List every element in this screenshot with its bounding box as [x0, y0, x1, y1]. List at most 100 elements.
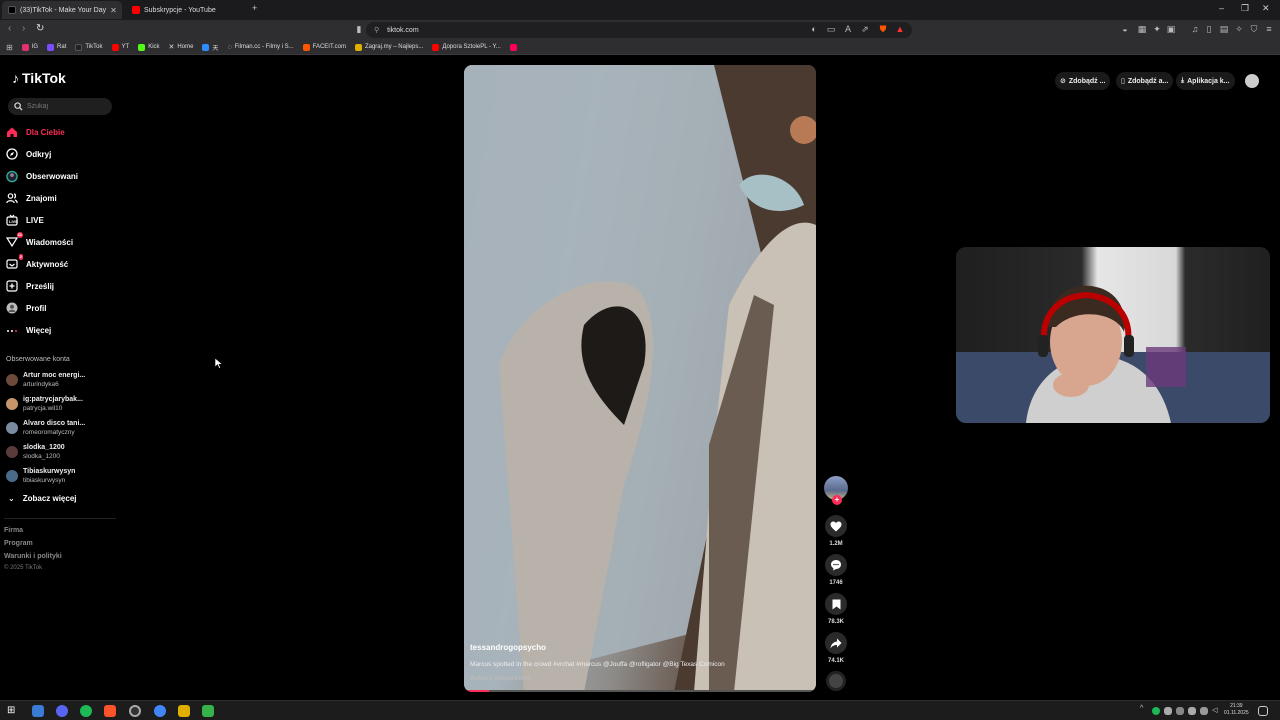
forward-icon[interactable]: › — [22, 23, 25, 34]
close-tab-icon[interactable]: ✕ — [110, 6, 117, 15]
bookmark-ig[interactable]: IG — [21, 43, 38, 51]
nav-activity[interactable]: 2 Aktywność — [6, 254, 68, 273]
discord-icon[interactable] — [56, 705, 68, 717]
site-info-icon[interactable]: ⚲ — [374, 26, 379, 34]
close-window-button[interactable]: ✕ — [1262, 3, 1270, 14]
nav-following[interactable]: Obserwowani — [6, 167, 78, 185]
share-icon[interactable]: ⇗ — [860, 24, 870, 34]
video-progress-bar[interactable] — [464, 690, 816, 692]
extension-icon[interactable]: ▣ — [1166, 24, 1176, 34]
new-tab-button[interactable]: + — [252, 3, 257, 13]
restore-button[interactable]: ❐ — [1241, 3, 1249, 14]
bookmark-label: 天 — [212, 45, 219, 52]
tray-icon[interactable] — [1188, 707, 1196, 715]
bookmark-yt[interactable]: YT — [111, 43, 129, 51]
back-icon[interactable]: ‹ — [8, 23, 11, 34]
nav-more[interactable]: Więcej — [6, 321, 51, 339]
bookmark-tiktok[interactable]: TikTok — [75, 43, 103, 51]
bookmark-faceit[interactable]: FACEIT.com — [302, 43, 346, 51]
followed-account[interactable]: Artur moc energi... arturindyka6 — [6, 370, 85, 390]
nav-live[interactable]: LIVE LIVE — [6, 211, 44, 229]
footer-link-terms[interactable]: Warunki i polityki — [4, 553, 62, 560]
tab-youtube[interactable]: Subskrypcje - YouTube — [126, 1, 246, 19]
nav-friends[interactable]: Znajomi — [6, 189, 57, 207]
leo-icon[interactable]: ✧ — [1234, 24, 1244, 34]
volume-icon[interactable]: ◁ — [1212, 707, 1220, 715]
bookmark-icon — [832, 599, 840, 609]
minimize-button[interactable]: – — [1219, 3, 1224, 13]
get-app-button[interactable]: ▯ Zdobądź a... — [1116, 72, 1174, 90]
search-box[interactable] — [8, 98, 112, 115]
bookmark-sky[interactable]: 天 — [202, 43, 218, 52]
bookmark-rat[interactable]: Rat — [47, 43, 66, 51]
get-coins-button[interactable]: ⊘ Zdobądź ... — [1055, 72, 1111, 90]
nav-profile[interactable]: Profil — [6, 299, 46, 317]
app-icon[interactable] — [202, 705, 214, 717]
user-avatar[interactable] — [1245, 74, 1259, 88]
tiktok-icon — [75, 43, 83, 51]
nav-for-you[interactable]: Dla Ciebie — [6, 123, 65, 141]
wallet-icon[interactable]: ▤ — [1219, 24, 1229, 34]
bookmark-kick[interactable]: Kick — [138, 43, 160, 51]
chrome-icon[interactable] — [154, 705, 166, 717]
windows-start-icon[interactable]: ⊞ — [7, 705, 19, 717]
app-icon[interactable] — [178, 705, 190, 717]
extension-icon[interactable]: ◒ — [1120, 24, 1130, 34]
tab-tiktok[interactable]: (33)TikTok - Make Your Day ✕ — [2, 1, 122, 19]
see-translation-link[interactable]: Zobacz tłumaczenie — [470, 675, 531, 682]
video-author[interactable]: tessandrogopsycho — [470, 643, 546, 652]
followed-account[interactable]: Alvaro disco tani... romeoromatyczny — [6, 418, 85, 438]
translate-icon[interactable]: A — [843, 24, 853, 34]
followed-account[interactable]: ig:patrycjarybak... patrycja.wil10 — [6, 394, 83, 414]
extensions-puzzle-icon[interactable]: ✦ — [1152, 24, 1162, 34]
app-icon[interactable] — [32, 705, 44, 717]
media-icon[interactable]: ◐ — [809, 24, 819, 34]
obs-icon[interactable] — [129, 705, 141, 717]
cast-icon[interactable]: ▭ — [826, 24, 836, 34]
bookmark-home[interactable]: ✕ Home — [169, 43, 194, 51]
notifications-icon[interactable] — [1258, 706, 1268, 716]
brave-shield-icon[interactable]: ⛊ — [878, 24, 888, 34]
tray-icon[interactable] — [1176, 707, 1184, 715]
system-clock[interactable]: 21:39 01.11.2025 — [1224, 703, 1249, 717]
video-player[interactable]: tessandrogopsycho Marcus spotted in the … — [464, 65, 816, 692]
like-button[interactable] — [825, 515, 847, 537]
bookmark-doroga[interactable]: Дорога SztolePL - Y... — [432, 43, 501, 51]
follow-plus-icon[interactable]: + — [832, 495, 842, 505]
bookmark-zagraj[interactable]: Zagraj.my – Najleps... — [354, 43, 423, 51]
apps-grid-icon[interactable]: ⊞ — [6, 43, 13, 52]
chevron-up-icon[interactable]: ^ — [1140, 705, 1148, 717]
desktop-app-button[interactable]: ⤓ Aplikacja k... — [1176, 72, 1235, 90]
nav-upload[interactable]: Prześlij — [6, 277, 54, 295]
menu-icon[interactable]: ≡ — [1264, 24, 1274, 34]
followed-account[interactable]: slodka_1200 slodka_1200 — [6, 442, 65, 462]
footer-link-program[interactable]: Program — [4, 540, 33, 547]
music-icon[interactable]: ♫ — [1190, 24, 1200, 34]
bookmark-filman[interactable]: ◌ Filman.cc - Filmy i S... — [227, 44, 293, 51]
network-icon[interactable] — [1200, 707, 1208, 715]
nav-messages[interactable]: 31 Wiadomości — [6, 232, 73, 251]
tray-icon[interactable] — [1152, 707, 1160, 715]
instagram-icon — [21, 43, 29, 51]
nav-explore[interactable]: Odkryj — [6, 145, 51, 163]
spotify-icon[interactable] — [80, 705, 92, 717]
save-button[interactable] — [825, 593, 847, 615]
share-button[interactable] — [825, 632, 847, 654]
comment-button[interactable] — [825, 554, 847, 576]
sidebar-icon[interactable]: ▯ — [1204, 24, 1214, 34]
download-icon: ⤓ — [1181, 77, 1185, 84]
music-disc-icon[interactable] — [826, 671, 846, 691]
tray-icon[interactable] — [1164, 707, 1172, 715]
search-input[interactable] — [27, 103, 107, 110]
reload-icon[interactable]: ↻ — [36, 23, 44, 34]
vpn-icon[interactable]: ⛉ — [1249, 24, 1259, 34]
tiktok-logo[interactable]: ♪ TikTok — [12, 70, 66, 86]
bookmark-icon[interactable]: ▮ — [354, 24, 364, 34]
see-more-button[interactable]: ⌄ Zobacz więcej — [8, 494, 77, 503]
brave-icon[interactable] — [104, 705, 116, 717]
footer-link-company[interactable]: Firma — [4, 527, 23, 534]
extension-icon[interactable]: ▦ — [1137, 24, 1147, 34]
brave-rewards-icon[interactable]: ▲ — [895, 24, 905, 34]
bookmark-extra[interactable] — [509, 43, 517, 51]
followed-account[interactable]: Tibiaskurwysyn tibiaskurwysyn — [6, 466, 75, 486]
